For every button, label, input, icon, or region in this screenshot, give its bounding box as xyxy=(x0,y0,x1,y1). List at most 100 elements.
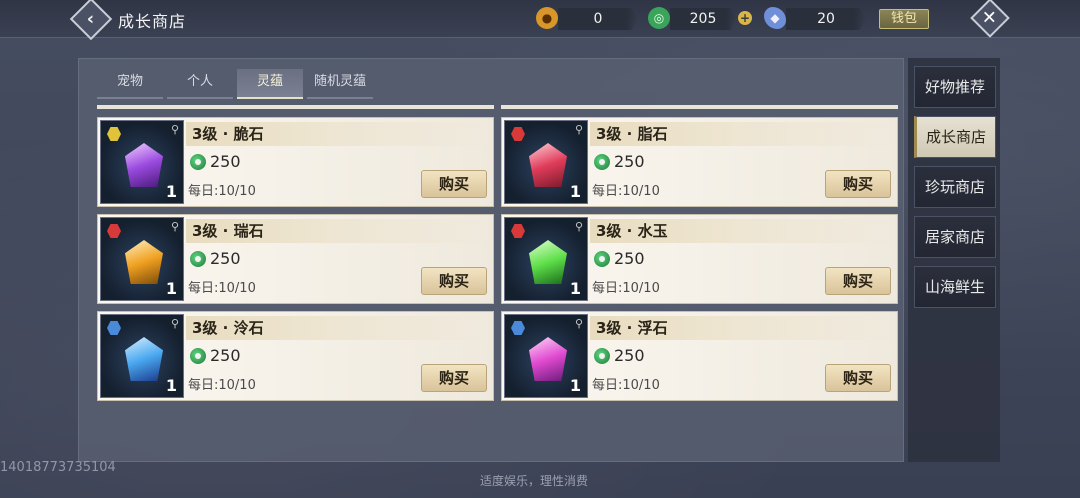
side-item-growth-shop[interactable]: 成长商店 xyxy=(914,116,996,158)
tab-lingyun[interactable]: 灵蕴 xyxy=(237,69,303,99)
shop-item-card[interactable]: ⚲ 1 3级 · 浮石 250 每日:10/10 购买 xyxy=(501,311,898,401)
price-value: 250 xyxy=(210,346,241,365)
page-title: 成长商店 xyxy=(118,12,187,31)
jade-coin-icon xyxy=(594,250,610,267)
category-tabs: 宠物 个人 灵蕴 随机灵蕴 xyxy=(97,69,373,99)
buy-button[interactable]: 购买 xyxy=(825,170,891,198)
item-quantity: 1 xyxy=(165,376,177,395)
gem-icon xyxy=(125,143,163,187)
gem-icon xyxy=(529,337,567,381)
item-price: 250 xyxy=(594,152,645,171)
scrolled-item-edge xyxy=(501,105,898,109)
shop-item-card[interactable]: ⚲ 1 3级 · 脂石 250 每日:10/10 购买 xyxy=(501,117,898,207)
price-value: 250 xyxy=(614,249,645,268)
side-item-curio-shop[interactable]: 珍玩商店 xyxy=(914,166,996,208)
price-value: 250 xyxy=(210,249,241,268)
jade-coin-icon xyxy=(190,153,206,170)
add-jade-button[interactable]: + xyxy=(738,11,752,25)
jade-coin-icon xyxy=(594,347,610,364)
close-icon: ✕ xyxy=(982,7,998,29)
daily-limit: 每日:10/10 xyxy=(188,281,256,296)
item-price: 250 xyxy=(190,346,241,365)
crystal-icon: ◆ xyxy=(764,7,786,29)
link-icon: ⚲ xyxy=(170,317,179,330)
item-name: 3级 · 水玉 xyxy=(590,219,890,243)
buy-button[interactable]: 购买 xyxy=(421,364,487,392)
daily-limit: 每日:10/10 xyxy=(188,184,256,199)
grade-icon xyxy=(511,321,525,335)
user-id: 14018773735104 xyxy=(0,460,116,475)
shop-item-card[interactable]: ⚲ 1 3级 · 水玉 250 每日:10/10 购买 xyxy=(501,214,898,304)
item-quantity: 1 xyxy=(569,279,581,298)
item-quantity: 1 xyxy=(569,376,581,395)
jade-coin-icon xyxy=(190,347,206,364)
tab-random-lingyun[interactable]: 随机灵蕴 xyxy=(307,69,373,99)
gold-coin-icon: ● xyxy=(536,7,558,29)
buy-button[interactable]: 购买 xyxy=(421,267,487,295)
gem-icon xyxy=(125,337,163,381)
shop-item-card[interactable]: ⚲ 1 3级 · 瑞石 250 每日:10/10 购买 xyxy=(97,214,494,304)
price-value: 250 xyxy=(614,346,645,365)
side-item-home-shop[interactable]: 居家商店 xyxy=(914,216,996,258)
close-button[interactable]: ✕ xyxy=(970,0,1010,38)
jade-coin-icon xyxy=(594,153,610,170)
buy-button[interactable]: 购买 xyxy=(825,364,891,392)
jade-coin-count: 205 xyxy=(670,8,736,30)
item-quantity: 1 xyxy=(165,182,177,201)
crystal-count: 20 xyxy=(786,8,866,30)
grade-icon xyxy=(511,127,525,141)
price-value: 250 xyxy=(210,152,241,171)
side-item-recommended[interactable]: 好物推荐 xyxy=(914,66,996,108)
item-name: 3级 · 脆石 xyxy=(186,122,486,146)
price-value: 250 xyxy=(614,152,645,171)
item-name: 3级 · 浮石 xyxy=(590,316,890,340)
tab-pet[interactable]: 宠物 xyxy=(97,69,163,99)
daily-limit: 每日:10/10 xyxy=(592,281,660,296)
grade-icon xyxy=(107,321,121,335)
gem-icon xyxy=(529,143,567,187)
link-icon: ⚲ xyxy=(170,123,179,136)
gem-icon xyxy=(125,240,163,284)
back-button[interactable]: ‹ xyxy=(69,0,113,41)
item-quantity: 1 xyxy=(165,279,177,298)
item-name: 3级 · 脂石 xyxy=(590,122,890,146)
link-icon: ⚲ xyxy=(574,317,583,330)
gem-icon xyxy=(529,240,567,284)
item-price: 250 xyxy=(190,249,241,268)
item-price: 250 xyxy=(190,152,241,171)
item-quantity: 1 xyxy=(569,182,581,201)
grade-icon xyxy=(511,224,525,238)
shop-panel: 宠物 个人 灵蕴 随机灵蕴 ⚲ 1 3级 · 脆石 250 每日:10/10 购… xyxy=(78,58,904,462)
wallet-button[interactable]: 钱包 xyxy=(879,9,929,29)
jade-coin-icon xyxy=(190,250,206,267)
item-thumbnail: ⚲ 1 xyxy=(504,217,588,301)
top-bar: ‹ 成长商店 ● 0 ◎ 205 + ◆ 20 钱包 ✕ xyxy=(0,0,1080,41)
item-thumbnail: ⚲ 1 xyxy=(100,120,184,204)
item-thumbnail: ⚲ 1 xyxy=(100,217,184,301)
buy-button[interactable]: 购买 xyxy=(825,267,891,295)
item-price: 250 xyxy=(594,346,645,365)
chevron-left-icon: ‹ xyxy=(87,8,95,30)
daily-limit: 每日:10/10 xyxy=(592,378,660,393)
item-price: 250 xyxy=(594,249,645,268)
grade-icon xyxy=(107,224,121,238)
tab-personal[interactable]: 个人 xyxy=(167,69,233,99)
grade-icon xyxy=(107,127,121,141)
daily-limit: 每日:10/10 xyxy=(188,378,256,393)
item-thumbnail: ⚲ 1 xyxy=(504,314,588,398)
item-name: 3级 · 泠石 xyxy=(186,316,486,340)
link-icon: ⚲ xyxy=(574,220,583,233)
jade-coin-icon: ◎ xyxy=(648,7,670,29)
link-icon: ⚲ xyxy=(574,123,583,136)
buy-button[interactable]: 购买 xyxy=(421,170,487,198)
shop-item-card[interactable]: ⚲ 1 3级 · 泠石 250 每日:10/10 购买 xyxy=(97,311,494,401)
gold-coin-count: 0 xyxy=(558,8,638,30)
shop-item-card[interactable]: ⚲ 1 3级 · 脆石 250 每日:10/10 购买 xyxy=(97,117,494,207)
item-name: 3级 · 瑞石 xyxy=(186,219,486,243)
footer-notice: 适度娱乐，理性消费 xyxy=(480,474,589,488)
item-thumbnail: ⚲ 1 xyxy=(100,314,184,398)
link-icon: ⚲ xyxy=(170,220,179,233)
item-thumbnail: ⚲ 1 xyxy=(504,120,588,204)
side-item-seafood[interactable]: 山海鲜生 xyxy=(914,266,996,308)
daily-limit: 每日:10/10 xyxy=(592,184,660,199)
